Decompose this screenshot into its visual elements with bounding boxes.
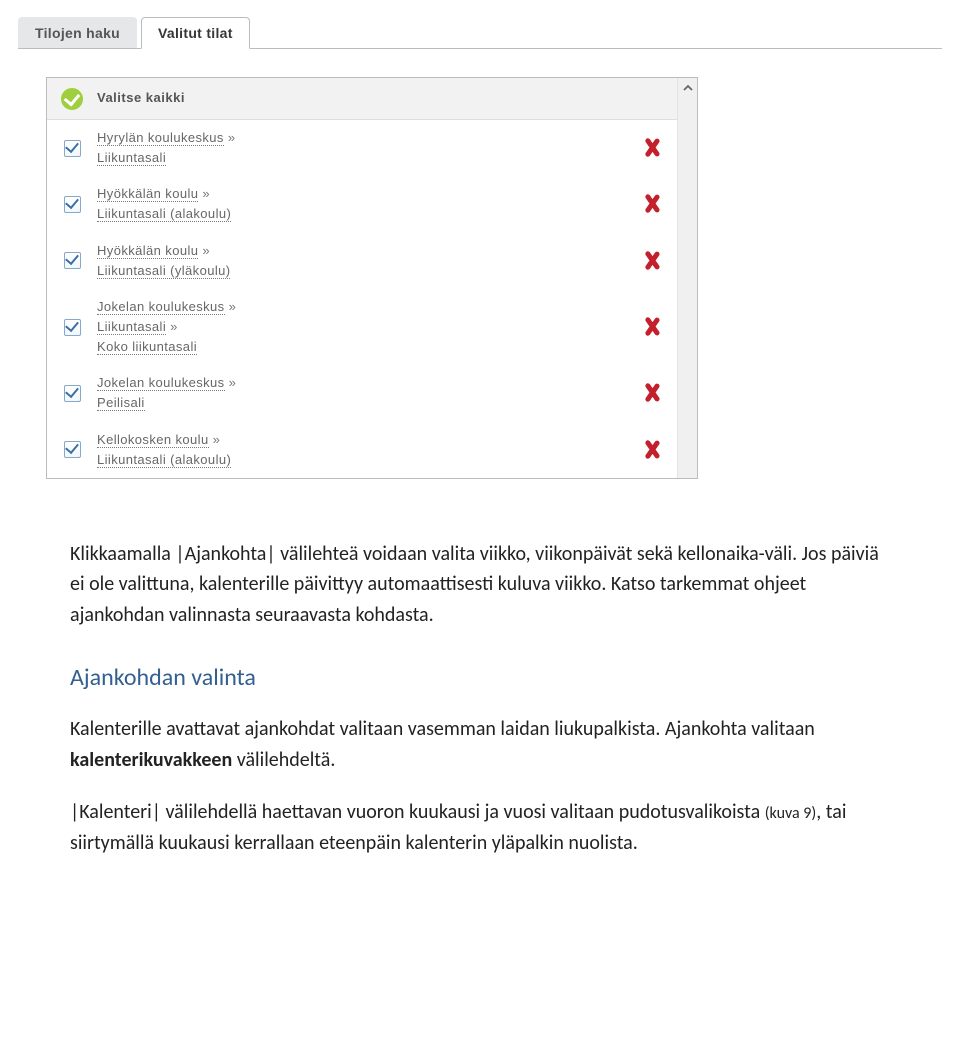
checkbox[interactable] [64, 319, 81, 336]
checkbox[interactable] [64, 441, 81, 458]
tab-room-search[interactable]: Tilojen haku [18, 17, 137, 48]
room-link[interactable]: Hyökkälän koulu »Liikuntasali (yläkoulu) [93, 241, 631, 281]
checkbox[interactable] [64, 252, 81, 269]
remove-icon[interactable] [642, 383, 662, 403]
body-paragraph: |Kalenteri| välilehdellä haettavan vuoro… [70, 797, 890, 858]
checkbox[interactable] [64, 196, 81, 213]
document-body: Klikkaamalla |Ajankohta| välilehteä void… [0, 479, 960, 920]
body-paragraph: Kalenterille avattavat ajankohdat valita… [70, 714, 890, 775]
body-paragraph: Klikkaamalla |Ajankohta| välilehteä void… [70, 539, 890, 630]
checkbox[interactable] [64, 140, 81, 157]
remove-icon[interactable] [642, 194, 662, 214]
room-link[interactable]: Jokelan koulukeskus »Peilisali [93, 373, 631, 413]
checkbox[interactable] [64, 385, 81, 402]
tab-panel: Valitse kaikki Hyrylän koulukeskus »Liiku… [18, 48, 942, 479]
remove-icon[interactable] [642, 317, 662, 337]
tab-bar: Tilojen haku Valitut tilat [18, 12, 942, 48]
list-item: Kellokosken koulu »Liikuntasali (alakoul… [47, 422, 677, 478]
list-item: Hyrylän koulukeskus »Liikuntasali [47, 120, 677, 176]
list-item: Jokelan koulukeskus »Liikuntasali »Koko … [47, 289, 677, 365]
tab-selected-rooms[interactable]: Valitut tilat [141, 17, 250, 49]
remove-icon[interactable] [642, 440, 662, 460]
select-all-row: Valitse kaikki [47, 78, 677, 120]
selected-rooms-listbox: Valitse kaikki Hyrylän koulukeskus »Liiku… [46, 77, 698, 479]
scrollbar[interactable] [677, 78, 697, 478]
list-item: Hyökkälän koulu »Liikuntasali (yläkoulu) [47, 233, 677, 289]
remove-icon[interactable] [642, 251, 662, 271]
select-all-label[interactable]: Valitse kaikki [93, 88, 631, 108]
room-link[interactable]: Hyrylän koulukeskus »Liikuntasali [93, 128, 631, 168]
select-all-icon[interactable] [61, 88, 83, 110]
room-link[interactable]: Hyökkälän koulu »Liikuntasali (alakoulu) [93, 184, 631, 224]
list-item: Jokelan koulukeskus »Peilisali [47, 365, 677, 421]
section-heading: Ajankohdan valinta [70, 660, 890, 696]
remove-icon[interactable] [642, 138, 662, 158]
scroll-up-icon[interactable] [678, 78, 697, 98]
list-item: Hyökkälän koulu »Liikuntasali (alakoulu) [47, 176, 677, 232]
room-link[interactable]: Jokelan koulukeskus »Liikuntasali »Koko … [93, 297, 631, 357]
room-link[interactable]: Kellokosken koulu »Liikuntasali (alakoul… [93, 430, 631, 470]
